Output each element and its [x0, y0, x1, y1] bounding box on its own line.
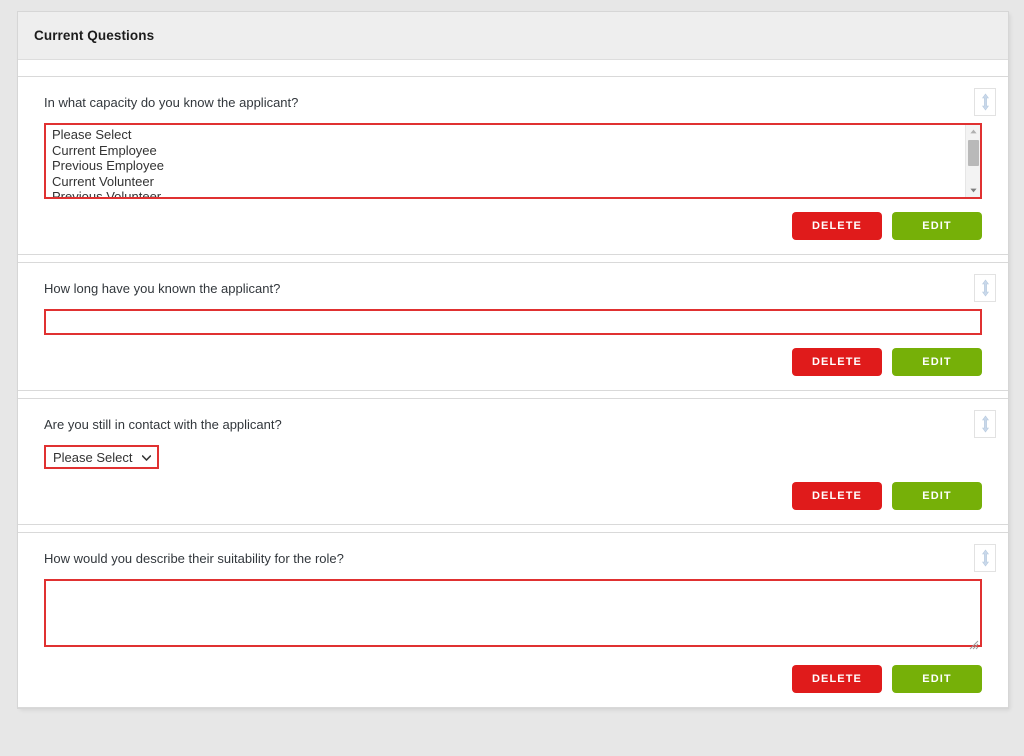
page-root: Current Questions In what capacity do yo…	[0, 0, 1024, 756]
edit-button[interactable]: EDIT	[892, 665, 982, 693]
question-block: How long have you known the applicant? D…	[18, 263, 1008, 391]
scrollbar-thumb[interactable]	[968, 140, 979, 166]
action-buttons: DELETE EDIT	[28, 665, 998, 693]
block-separator	[18, 391, 1008, 399]
page-title: Current Questions	[34, 28, 155, 43]
field-wrapper: Please Select Current Employee Previous …	[44, 123, 982, 199]
delete-button[interactable]: DELETE	[792, 482, 882, 510]
question-block: How would you describe their suitability…	[18, 533, 1008, 708]
field-wrapper	[44, 309, 982, 335]
still-in-contact-select[interactable]: Please Select	[44, 445, 159, 469]
edit-button[interactable]: EDIT	[892, 482, 982, 510]
question-label: How long have you known the applicant?	[44, 281, 281, 296]
list-item[interactable]: Previous Volunteer	[52, 189, 980, 197]
list-item[interactable]: Current Employee	[52, 143, 980, 159]
question-label: Are you still in contact with the applic…	[44, 417, 282, 432]
field-wrapper: Please Select	[44, 445, 982, 469]
scroll-down-arrow-icon[interactable]	[966, 184, 980, 197]
drag-handle-icon[interactable]	[974, 88, 996, 116]
scroll-up-arrow-icon[interactable]	[966, 125, 980, 138]
list-item[interactable]: Please Select	[52, 127, 980, 143]
delete-button[interactable]: DELETE	[792, 348, 882, 376]
field-wrapper	[44, 579, 982, 652]
action-buttons: DELETE EDIT	[28, 348, 998, 376]
listbox-scrollbar[interactable]	[965, 125, 980, 197]
question-label: In what capacity do you know the applica…	[44, 95, 299, 110]
block-separator	[18, 525, 1008, 533]
panel-header: Current Questions	[18, 12, 1008, 60]
duration-known-input[interactable]	[44, 309, 982, 335]
action-buttons: DELETE EDIT	[28, 212, 998, 240]
listbox-options: Please Select Current Employee Previous …	[46, 125, 980, 197]
delete-button[interactable]: DELETE	[792, 212, 882, 240]
chevron-down-icon	[141, 448, 151, 466]
capacity-listbox[interactable]: Please Select Current Employee Previous …	[44, 123, 982, 199]
block-separator	[18, 255, 1008, 263]
delete-button[interactable]: DELETE	[792, 665, 882, 693]
drag-handle-icon[interactable]	[974, 410, 996, 438]
select-value: Please Select	[53, 449, 133, 465]
drag-handle-icon[interactable]	[974, 544, 996, 572]
question-label: How would you describe their suitability…	[44, 551, 344, 566]
drag-handle-icon[interactable]	[974, 274, 996, 302]
edit-button[interactable]: EDIT	[892, 348, 982, 376]
question-block: In what capacity do you know the applica…	[18, 77, 1008, 255]
list-item[interactable]: Previous Employee	[52, 158, 980, 174]
suitability-textarea[interactable]	[44, 579, 982, 647]
current-questions-panel: Current Questions In what capacity do yo…	[18, 12, 1008, 708]
edit-button[interactable]: EDIT	[892, 212, 982, 240]
question-block: Are you still in contact with the applic…	[18, 399, 1008, 525]
action-buttons: DELETE EDIT	[28, 482, 998, 510]
panel-body: In what capacity do you know the applica…	[18, 60, 1008, 708]
list-item[interactable]: Current Volunteer	[52, 174, 980, 190]
header-spacer	[18, 60, 1008, 77]
